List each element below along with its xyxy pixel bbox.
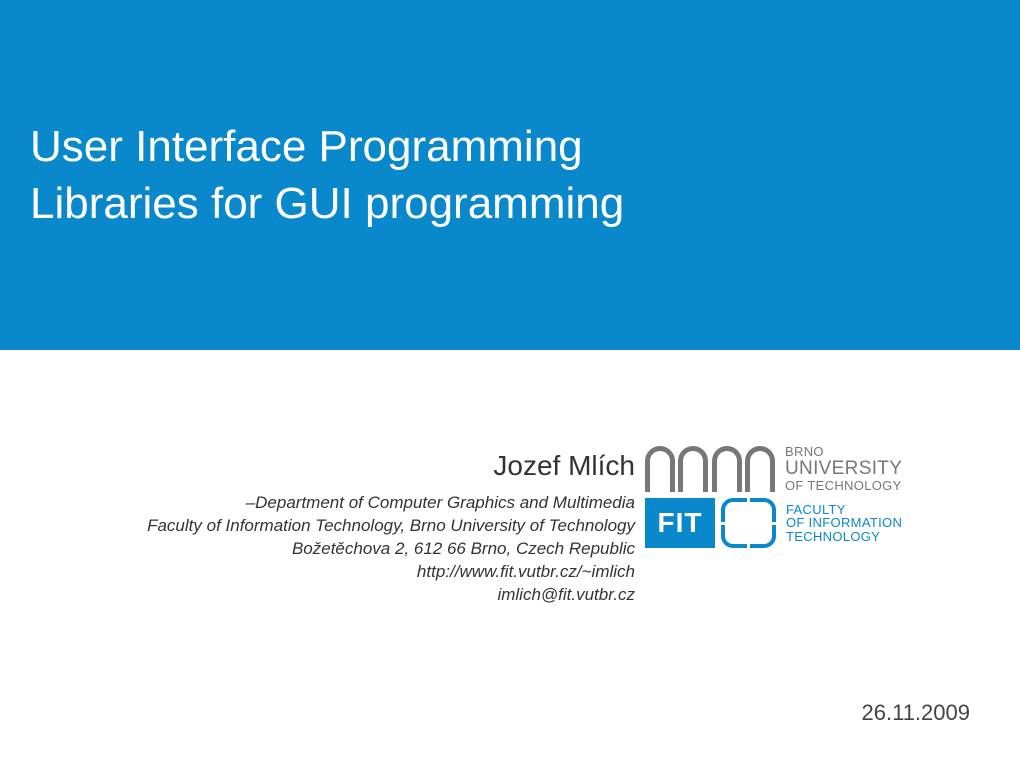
fit-logo-mark: FIT — [645, 498, 715, 548]
slide-date: 26.11.2009 — [862, 700, 970, 726]
university-logo-icon — [645, 446, 775, 492]
department-text: Department of Computer Graphics and Mult… — [255, 493, 635, 512]
slide-title-line1: User Interface Programming — [30, 118, 1020, 175]
fit-logo-icon: FIT — [645, 498, 776, 548]
fit-logo-line3: TECHNOLOGY — [786, 530, 902, 544]
fit-logo-line2: OF INFORMATION — [786, 516, 902, 530]
fit-logo-grid-icon — [721, 498, 776, 548]
author-info-column: Jozef Mlích –Department of Computer Grap… — [75, 450, 635, 607]
department-prefix: – — [246, 493, 255, 512]
fit-logo: FIT FACULTY OF INFORMATION TECHNOLOGY — [645, 498, 980, 548]
university-logo-line2: UNIVERSITY — [785, 459, 902, 479]
slide-title-line2: Libraries for GUI programming — [30, 175, 1020, 232]
university-logo: BRNO UNIVERSITY OF TECHNOLOGY — [645, 445, 980, 492]
url-line: http://www.fit.vutbr.cz/~imlich — [75, 561, 635, 584]
lower-section: Jozef Mlích –Department of Computer Grap… — [0, 350, 1020, 764]
title-band: User Interface Programming Libraries for… — [0, 0, 1020, 350]
author-name: Jozef Mlích — [75, 450, 635, 482]
email-line: imlich@fit.vutbr.cz — [75, 584, 635, 607]
university-logo-line3: OF TECHNOLOGY — [785, 479, 902, 493]
logos-column: BRNO UNIVERSITY OF TECHNOLOGY FIT FACULT… — [645, 445, 980, 548]
department-line: –Department of Computer Graphics and Mul… — [75, 492, 635, 515]
university-logo-text: BRNO UNIVERSITY OF TECHNOLOGY — [785, 445, 902, 492]
fit-logo-line1: FACULTY — [786, 503, 902, 517]
university-logo-line1: BRNO — [785, 445, 902, 459]
faculty-line: Faculty of Information Technology, Brno … — [75, 515, 635, 538]
fit-logo-text: FACULTY OF INFORMATION TECHNOLOGY — [786, 503, 902, 544]
address-line: Božetěchova 2, 612 66 Brno, Czech Republ… — [75, 538, 635, 561]
